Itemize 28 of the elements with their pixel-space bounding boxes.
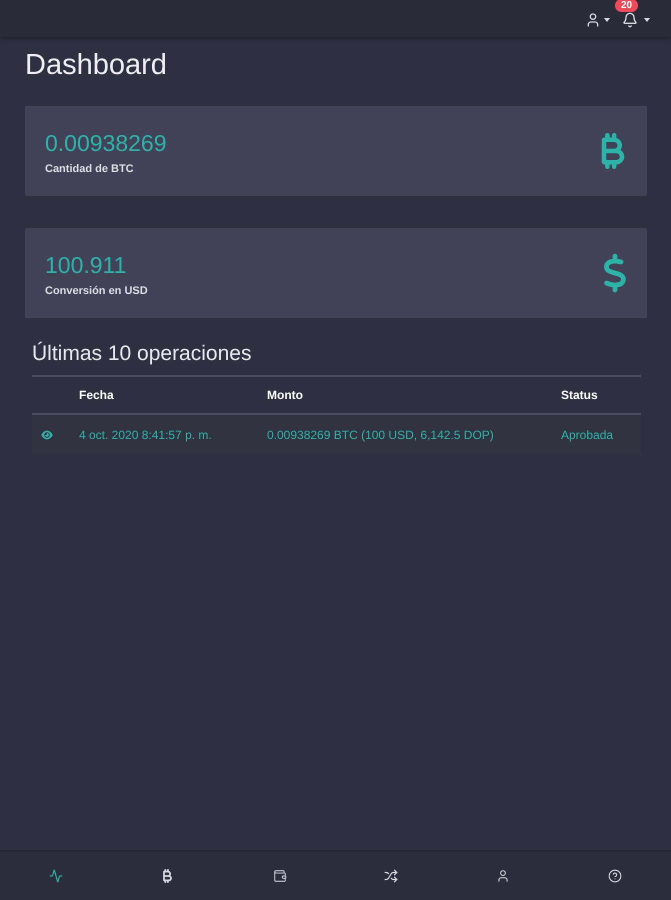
- section-title: Últimas 10 operaciones: [32, 341, 252, 367]
- stat-label: Cantidad de BTC: [45, 162, 135, 176]
- help-icon: [608, 869, 622, 883]
- column-header: Status: [561, 388, 598, 402]
- dollar-sign-icon: [603, 253, 627, 293]
- page-title: Dashboard: [25, 48, 167, 82]
- caret-icon: [604, 18, 610, 22]
- table-cell: 0.00938269 BTC (100 USD, 6,142.5 DOP): [267, 428, 494, 442]
- stat-value: 0.00938269: [45, 130, 167, 156]
- column-header: Monto: [267, 388, 303, 402]
- caret-icon: [644, 18, 650, 22]
- table-cell: 4 oct. 2020 8:41:57 p. m.: [79, 428, 212, 442]
- table-cell-text: Aprobada: [561, 426, 614, 444]
- user-icon: [585, 12, 601, 28]
- bitcoin-icon: [599, 133, 627, 169]
- stat-value: 100.911: [45, 252, 128, 278]
- notifications-button[interactable]: [622, 12, 650, 28]
- activity-icon: [48, 869, 63, 883]
- notification-badge: 20: [615, 0, 638, 12]
- column-header: Fecha: [79, 388, 114, 402]
- user-icon: [496, 869, 510, 883]
- stat-label: Conversión en USD: [45, 284, 148, 298]
- bitcoin-icon: [162, 869, 174, 883]
- eye-icon[interactable]: [41, 430, 53, 440]
- wallet-icon: [272, 869, 287, 883]
- user-menu-button[interactable]: [585, 12, 610, 28]
- shuffle-icon: [384, 869, 398, 883]
- bell-icon: [622, 12, 638, 28]
